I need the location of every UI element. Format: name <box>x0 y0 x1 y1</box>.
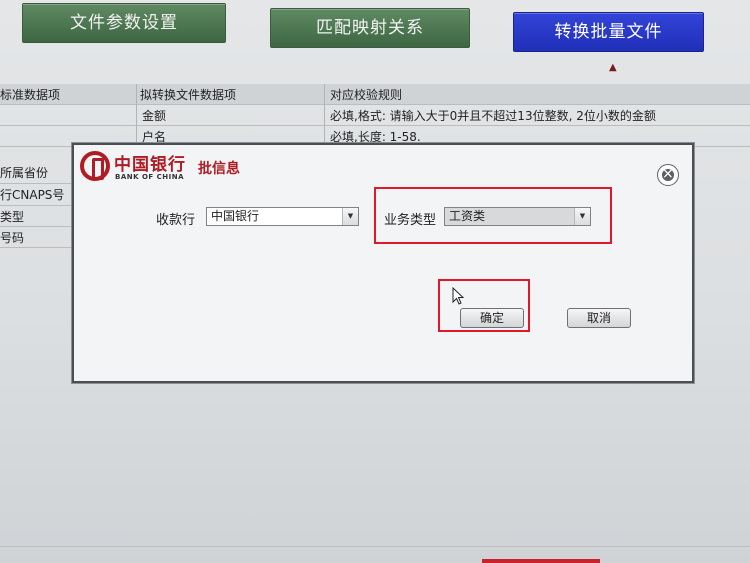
bottom-red-bar <box>482 559 600 563</box>
active-tab-indicator-icon: ▲ <box>609 62 617 73</box>
header-standard-item: 标准数据项 <box>0 88 61 102</box>
tab-file-parameter-settings[interactable]: 文件参数设置 <box>22 3 226 43</box>
payee-bank-label: 收款行 <box>156 213 196 228</box>
table-header: 标准数据项 拟转换文件数据项 对应校验规则 <box>0 84 750 105</box>
dialog-title: 批信息 <box>198 161 240 177</box>
left-label-type: 类型 <box>0 210 25 224</box>
row-divider <box>0 183 72 184</box>
payee-bank-value: 中国银行 <box>211 209 260 223</box>
row-divider <box>0 226 72 227</box>
highlight-box-business-type <box>374 187 612 244</box>
mouse-pointer-icon <box>452 287 464 305</box>
column-divider <box>324 84 325 144</box>
bottom-divider <box>0 546 750 547</box>
logo-english-text: BANK OF CHINA <box>115 173 185 181</box>
payee-bank-select[interactable]: 中国银行 ▼ <box>206 207 359 226</box>
row-divider <box>0 205 72 206</box>
left-label-province: 所属省份 <box>0 166 49 180</box>
close-icon: ✕ <box>662 169 674 181</box>
screen: 文件参数设置 匹配映射关系 转换批量文件 ▲ 标准数据项 拟转换文件数据项 对应… <box>0 0 750 563</box>
column-divider <box>136 84 137 144</box>
bank-of-china-logo-icon <box>80 151 110 181</box>
row-divider <box>0 247 72 248</box>
tab-convert-batch-file[interactable]: 转换批量文件 <box>513 12 704 52</box>
dialog-header: 中国银行 BANK OF CHINA 批信息 ✕ <box>74 145 692 189</box>
batch-info-dialog: 中国银行 BANK OF CHINA 批信息 ✕ 收款行 中国银行 ▼ 业务类型… <box>72 143 694 383</box>
left-label-cnaps: 行CNAPS号 <box>0 188 65 202</box>
header-validation-rule: 对应校验规则 <box>330 88 403 102</box>
tab-mapping-relation[interactable]: 匹配映射关系 <box>270 8 470 48</box>
header-convert-item: 拟转换文件数据项 <box>140 88 237 102</box>
left-label-number: 号码 <box>0 231 25 245</box>
cancel-button[interactable]: 取消 <box>567 308 631 328</box>
table-row[interactable]: 金额 必填,格式: 请输入大于0并且不超过13位整数, 2位小数的金额 <box>0 105 750 126</box>
row-rule: 必填,格式: 请输入大于0并且不超过13位整数, 2位小数的金额 <box>330 109 656 123</box>
chevron-down-icon[interactable]: ▼ <box>342 208 358 225</box>
row-item: 金额 <box>142 109 167 123</box>
logo-chinese-text: 中国银行 <box>114 155 186 175</box>
close-button[interactable]: ✕ <box>657 164 679 186</box>
